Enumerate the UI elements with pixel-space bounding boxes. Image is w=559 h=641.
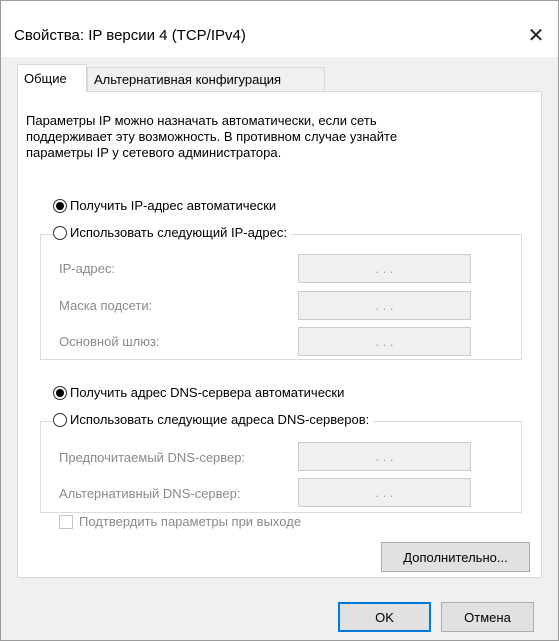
checkbox-unchecked-icon <box>59 514 73 529</box>
preferred-dns-value: . . . <box>375 449 394 464</box>
dns-auto-radio[interactable]: Получить адрес DNS-сервера автоматически <box>53 385 349 400</box>
ipv4-properties-dialog: Свойства: IP версии 4 (TCP/IPv4) ✕ Общие… <box>0 0 559 641</box>
ip-auto-label: Получить IP-адрес автоматически <box>70 198 277 213</box>
radio-unchecked-icon <box>53 412 67 427</box>
dns-auto-label: Получить адрес DNS-сервера автоматически <box>70 385 345 400</box>
ip-manual-radio[interactable]: Использовать следующий IP-адрес: <box>53 225 291 240</box>
alternate-dns-field[interactable]: . . . <box>298 478 471 507</box>
title-bar: Свойства: IP версии 4 (TCP/IPv4) ✕ <box>1 1 558 57</box>
subnet-mask-value: . . . <box>375 298 394 313</box>
description-line-2: поддерживает эту возможность. В противно… <box>26 129 398 144</box>
preferred-dns-label: Предпочитаемый DNS-сервер: <box>59 450 246 465</box>
advanced-button-label: Дополнительно... <box>403 549 508 565</box>
close-button[interactable]: ✕ <box>514 19 558 51</box>
description-line-1: Параметры IP можно назначать автоматичес… <box>26 113 377 128</box>
ip-address-value: . . . <box>375 261 394 276</box>
default-gateway-value: . . . <box>375 334 394 349</box>
default-gateway-field[interactable]: . . . <box>298 327 471 356</box>
tab-alternate-configuration[interactable]: Альтернативная конфигурация <box>87 67 325 91</box>
radio-checked-icon <box>53 198 67 213</box>
cancel-button-label: Отмена <box>464 609 511 625</box>
subnet-mask-label: Маска подсети: <box>59 298 153 313</box>
radio-unchecked-icon <box>53 225 67 240</box>
description-text: Параметры IP можно назначать автоматичес… <box>26 113 526 161</box>
radio-checked-icon <box>53 385 67 400</box>
cancel-button[interactable]: Отмена <box>441 602 534 632</box>
ip-address-field[interactable]: . . . <box>298 254 471 283</box>
ip-manual-label: Использовать следующий IP-адрес: <box>70 225 287 240</box>
alternate-dns-value: . . . <box>375 485 394 500</box>
tab-general[interactable]: Общие <box>17 64 87 92</box>
dns-manual-radio[interactable]: Использовать следующие адреса DNS-сервер… <box>53 412 374 427</box>
ok-button-label: OK <box>375 609 394 625</box>
description-line-3: параметры IP у сетевого администратора. <box>26 145 282 160</box>
alternate-dns-label: Альтернативный DNS-сервер: <box>59 486 241 501</box>
dns-manual-label: Использовать следующие адреса DNS-сервер… <box>70 412 370 427</box>
default-gateway-label: Основной шлюз: <box>59 334 160 349</box>
dialog-title: Свойства: IP версии 4 (TCP/IPv4) <box>14 27 246 44</box>
subnet-mask-field[interactable]: . . . <box>298 291 471 320</box>
ok-button[interactable]: OK <box>338 602 431 632</box>
validate-settings-label: Подтвердить параметры при выходе <box>79 514 302 529</box>
tab-alternate-label: Альтернативная конфигурация <box>94 72 282 87</box>
validate-settings-checkbox[interactable]: Подтвердить параметры при выходе <box>59 514 301 529</box>
ip-auto-radio[interactable]: Получить IP-адрес автоматически <box>53 198 281 213</box>
close-icon: ✕ <box>527 24 545 47</box>
advanced-button[interactable]: Дополнительно... <box>381 542 530 572</box>
ip-address-label: IP-адрес: <box>59 261 115 276</box>
preferred-dns-field[interactable]: . . . <box>298 442 471 471</box>
tab-general-label: Общие <box>24 71 67 86</box>
